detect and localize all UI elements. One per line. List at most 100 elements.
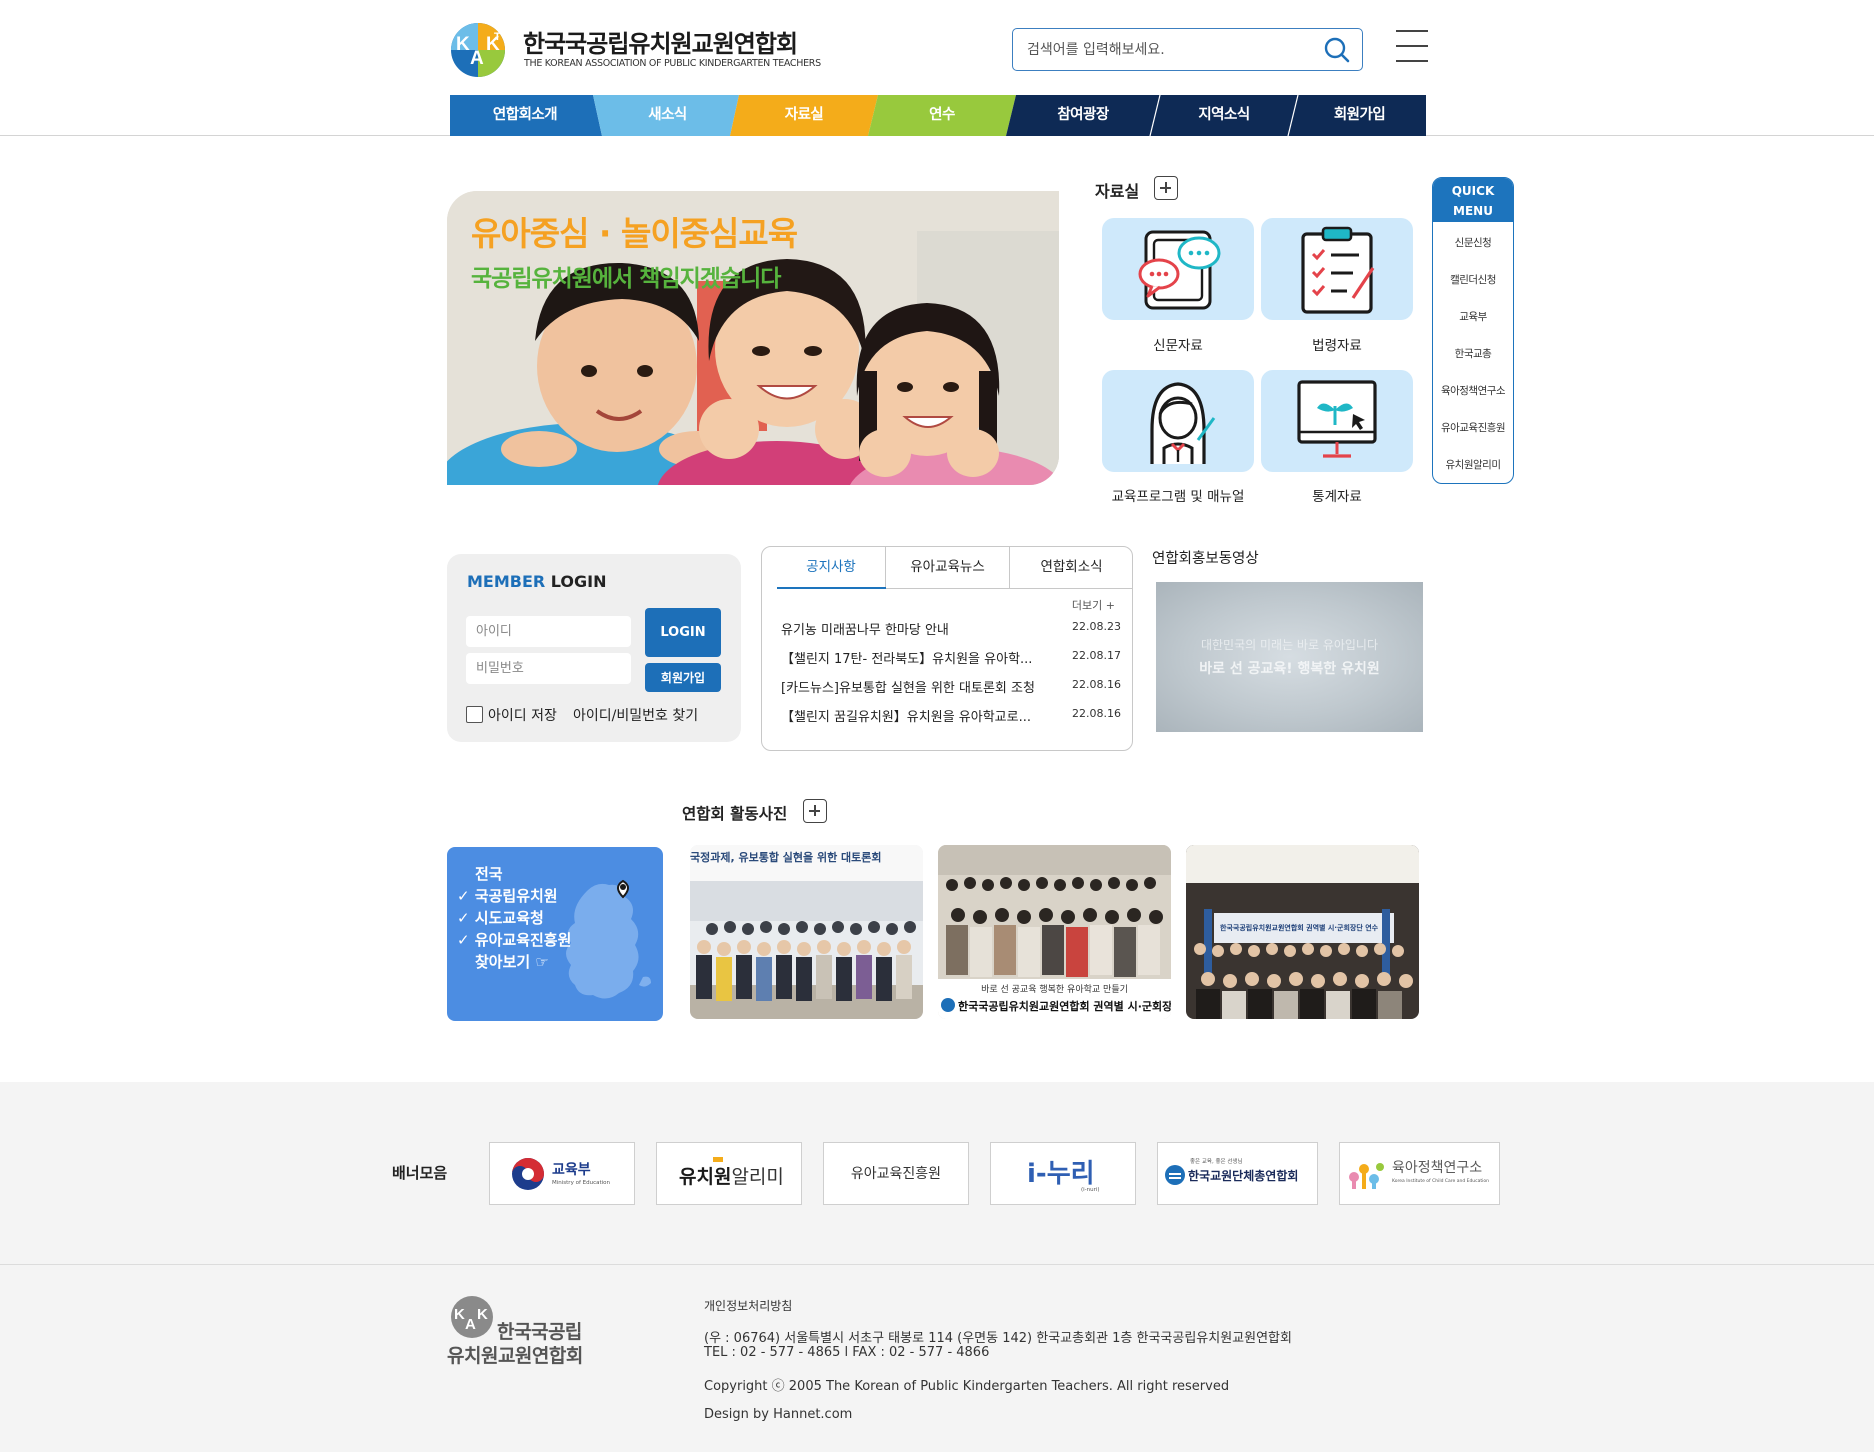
banner-kicce-label: 육아정책연구소 xyxy=(1392,1160,1483,1176)
notice-date: 22.08.17 xyxy=(1072,649,1121,662)
quick-item-kfta[interactable]: 한국교총 xyxy=(1433,346,1513,361)
map-card-line: 전국 xyxy=(475,865,503,883)
promo-video[interactable]: 대한민국의 미래는 바로 유아입니다 바로 선 공교육! 행복한 유치원 xyxy=(1156,582,1423,732)
notice-row[interactable]: 유기농 미래꿈나무 한마당 안내 22.08.23 xyxy=(781,619,1121,641)
map-card-line: ✓ 국공립유치원 xyxy=(457,887,558,905)
tab-education-news[interactable]: 유아교육뉴스 xyxy=(886,547,1009,589)
banner-inuri-label: i-누리 xyxy=(1027,1159,1095,1189)
main-visual-banner[interactable]: 유아중심 · 놀이중심교육 국공립유치원에서 책임지겠습니다 xyxy=(447,191,1059,485)
privacy-policy-link[interactable]: 개인정보처리방침 xyxy=(704,1297,792,1314)
logo-title: 한국국공립유치원교원연합회 xyxy=(523,30,798,58)
banner-kinder-info[interactable]: 유치원알리미 xyxy=(656,1142,802,1205)
archive-label-program[interactable]: 교육프로그램 및 매뉴얼 xyxy=(1098,485,1258,505)
password-input[interactable] xyxy=(466,653,631,684)
notice-title[interactable]: 【챌린지 17탄- 전라북도】유치원을 유아학... xyxy=(781,648,1053,667)
quick-item-kinder-info[interactable]: 유치원알리미 xyxy=(1433,457,1513,472)
footer-copyright: Copyright ⓒ 2005 The Korean of Public Ki… xyxy=(704,1379,1230,1394)
footer-design-credit: Design by Hannet.com xyxy=(704,1407,853,1422)
banner-inuri[interactable]: i-누리 (i-nuri) xyxy=(990,1142,1136,1205)
quick-item-newspaper[interactable]: 신문신청 xyxy=(1433,235,1513,250)
quick-item-promotion-center[interactable]: 유아교육진흥원 xyxy=(1433,420,1513,435)
join-button[interactable]: 회원가입 xyxy=(645,663,721,692)
svg-text:A: A xyxy=(470,48,484,69)
kfta-logo-icon xyxy=(1165,1165,1185,1185)
banner-moe-label: 교육부 xyxy=(552,1162,591,1178)
clipboard-checklist-icon xyxy=(1301,226,1375,314)
archive-card-statistics[interactable] xyxy=(1261,370,1413,472)
photo-banner-text: 한국국공립유치원교원연합회 권역별 시·군회장단 연수 xyxy=(1220,924,1379,932)
svg-text:K: K xyxy=(456,34,470,55)
notice-title[interactable]: 유기농 미래꿈나무 한마당 안내 xyxy=(781,619,1053,638)
nav-item-signup[interactable]: 회원가입 xyxy=(1293,95,1426,136)
search-box xyxy=(1012,28,1363,71)
hamburger-menu-icon[interactable] xyxy=(1396,28,1428,64)
find-id-password-link[interactable]: 아이디/비밀번호 찾기 xyxy=(573,705,698,725)
banner-section: 배너모음 교육부 Ministry of Education 유치원알리미 유아… xyxy=(0,1082,1874,1264)
nav-item-about[interactable]: 연합회소개 xyxy=(450,95,600,136)
member-login-box: MEMBER LOGIN LOGIN 회원가입 아이디 저장 아이디/비밀번호 … xyxy=(447,554,741,742)
quick-item-moe[interactable]: 교육부 xyxy=(1433,309,1513,324)
kindergarten-finder-card[interactable]: 전국 ✓ 국공립유치원 ✓ 시도교육청 ✓ 유아교육진흥원 찾아보기 ☞ xyxy=(447,847,663,1021)
notice-title[interactable]: [카드뉴스]유보통합 실현을 위한 대토론회 조청 xyxy=(781,677,1053,696)
footer-tel-fax: TEL : 02 - 577 - 4865 l FAX : 02 - 577 -… xyxy=(704,1345,990,1360)
save-id-checkbox[interactable] xyxy=(466,706,483,723)
archive-card-newspaper[interactable] xyxy=(1102,218,1254,320)
photo-caption: 한국국공립유치원교원연합회 권역별 시·군회장단 연수 xyxy=(958,1000,1171,1013)
notice-date: 22.08.16 xyxy=(1072,678,1121,691)
banner-kicce[interactable]: 육아정책연구소 Korea Institute of Child Care an… xyxy=(1339,1142,1500,1205)
id-input[interactable] xyxy=(466,616,631,647)
archive-card-law[interactable] xyxy=(1261,218,1413,320)
archive-label-newspaper[interactable]: 신문자료 xyxy=(1098,334,1258,354)
logo-mark-icon: K A K T xyxy=(451,23,505,77)
notice-board: 공지사항 유아교육뉴스 연합회소식 더보기 + 유기농 미래꿈나무 한마당 안내… xyxy=(761,546,1133,751)
photo-caption-small: 바로 선 공교육 행복한 유아학교 만들기 xyxy=(981,985,1128,995)
map-card-line: 찾아보기 ☞ xyxy=(475,953,549,971)
teacher-icon xyxy=(1150,382,1216,464)
banner-section-title: 배너모음 xyxy=(392,1164,448,1182)
save-id-label[interactable]: 아이디 저장 xyxy=(488,705,557,725)
nav-item-regional[interactable]: 지역소식 xyxy=(1155,95,1293,136)
notice-title[interactable]: 【챌린지 꿈길유치원】유치원을 유아학교로... xyxy=(781,706,1053,725)
archive-card-program[interactable] xyxy=(1102,370,1254,472)
nav-item-forum[interactable]: 참여광장 xyxy=(1011,95,1155,136)
banner-kfta[interactable]: 좋은 교육, 좋은 선생님 한국교원단체총연합회 xyxy=(1157,1142,1318,1205)
quick-menu: QUICK MENU 신문신청 캘린더신청 교육부 한국교총 육아정책연구소 유… xyxy=(1432,177,1514,484)
banner-promotion-center[interactable]: 유아교육진흥원 xyxy=(823,1142,969,1205)
banner-moe-sub: Ministry of Education xyxy=(552,1180,611,1186)
quick-menu-title-2: MENU xyxy=(1453,204,1493,218)
site-footer: K A K 한국국공립 유치원교원연합회 개인정보처리방침 (우 : 06764… xyxy=(0,1264,1874,1452)
tab-association-news[interactable]: 연합회소식 xyxy=(1010,547,1133,589)
notice-row[interactable]: 【챌린지 꿈길유치원】유치원을 유아학교로... 22.08.16 xyxy=(781,706,1121,728)
activity-photo[interactable]: 국정과제, 유보통합 실현을 위한 대토론회 xyxy=(690,845,923,1019)
taegeuk-icon xyxy=(512,1158,544,1190)
notice-row[interactable]: 【챌린지 17탄- 전라북도】유치원을 유아학... 22.08.17 xyxy=(781,648,1121,670)
activity-photo[interactable]: 바로 선 공교육 행복한 유아학교 만들기 한국국공립유치원교원연합회 권역별 … xyxy=(938,845,1171,1019)
tab-divider xyxy=(1009,547,1010,589)
photo-banner-text: 국정과제, 유보통합 실현을 위한 대토론회 xyxy=(690,851,882,864)
archive-more-plus-icon[interactable] xyxy=(1154,176,1178,200)
login-button[interactable]: LOGIN xyxy=(645,608,721,657)
notice-row[interactable]: [카드뉴스]유보통합 실현을 위한 대토론회 조청 22.08.16 xyxy=(781,677,1121,699)
nav-item-training[interactable]: 연수 xyxy=(873,95,1011,136)
activity-photos-title: 연합회 활동사진 xyxy=(682,805,788,823)
banner-kinder-info-label-2: 알리미 xyxy=(731,1166,784,1188)
visual-headline: 유아중심 · 놀이중심교육 xyxy=(471,214,798,253)
search-icon[interactable] xyxy=(1322,35,1352,65)
nav-item-archive[interactable]: 자료실 xyxy=(735,95,873,136)
quick-item-calendar[interactable]: 캘린더신청 xyxy=(1433,272,1513,287)
more-link[interactable]: 더보기 + xyxy=(1072,597,1115,613)
archive-label-law[interactable]: 법령자료 xyxy=(1257,334,1417,354)
tab-divider xyxy=(885,547,886,589)
photos-more-plus-icon[interactable] xyxy=(803,799,827,823)
svg-text:T: T xyxy=(494,31,501,43)
activity-photo[interactable]: 한국국공립유치원교원연합회 권역별 시·군회장단 연수 xyxy=(1186,845,1419,1019)
quick-item-kicce[interactable]: 육아정책연구소 xyxy=(1433,383,1513,398)
site-logo[interactable]: K A K T 한국국공립유치원교원연합회 THE KOREAN ASSOCIA… xyxy=(448,20,828,78)
banner-kinder-info-label: 유치원알리미 xyxy=(679,1162,784,1189)
nav-item-news[interactable]: 새소식 xyxy=(600,95,735,136)
banner-moe[interactable]: 교육부 Ministry of Education xyxy=(489,1142,635,1205)
banner-kfta-sub: 좋은 교육, 좋은 선생님 xyxy=(1190,1159,1243,1165)
archive-label-statistics[interactable]: 통계자료 xyxy=(1257,485,1417,505)
tab-notice[interactable]: 공지사항 xyxy=(777,547,885,589)
search-input[interactable] xyxy=(1027,37,1307,63)
